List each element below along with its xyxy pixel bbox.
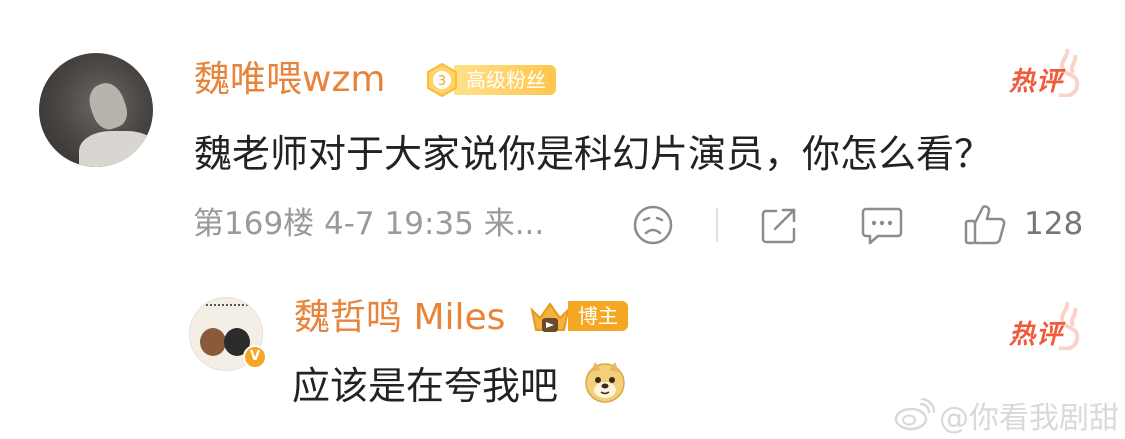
- svg-text:3: 3: [438, 74, 446, 89]
- blogger-name[interactable]: 魏哲鸣 Miles: [294, 298, 505, 338]
- avatar-calligraphy: [198, 304, 256, 324]
- action-divider: [716, 208, 718, 242]
- commenter-avatar[interactable]: [39, 53, 153, 167]
- weibo-logo-icon: [893, 398, 935, 432]
- fan-level-icon: 3: [424, 62, 460, 98]
- doge-emoji-icon: [583, 360, 627, 404]
- comment-body: 魏老师对于大家说你是科幻片演员，你怎么看？: [194, 132, 993, 176]
- comment-icon[interactable]: [860, 205, 904, 247]
- hot-comment-tag: 热评: [1005, 47, 1085, 97]
- avatar-figure-1: [200, 328, 226, 356]
- commenter-name[interactable]: 魏唯喂wzm: [194, 60, 385, 100]
- thumbs-up-icon[interactable]: [963, 203, 1007, 247]
- share-icon[interactable]: [758, 205, 800, 247]
- sad-face-icon[interactable]: [632, 204, 674, 246]
- hot-comment-tag: 热评: [1005, 300, 1085, 350]
- reply-body: 应该是在夸我吧: [292, 364, 559, 408]
- fan-level-badge[interactable]: 3 高级粉丝: [424, 61, 576, 99]
- avatar-shoulder: [79, 131, 153, 167]
- watermark-text: @你看我剧甜: [939, 401, 1119, 436]
- blogger-role-badge[interactable]: 博主: [528, 296, 628, 336]
- verified-badge: V: [243, 345, 267, 369]
- fan-badge-label: 高级粉丝: [454, 65, 556, 95]
- comment-meta: 第169楼 4-7 19:35 来...: [193, 206, 545, 242]
- like-count: 128: [1024, 206, 1084, 242]
- blogger-badge-label: 博主: [568, 301, 628, 331]
- crown-icon: [528, 296, 572, 336]
- watermark: @你看我剧甜: [893, 395, 1119, 436]
- avatar-face: [84, 78, 132, 134]
